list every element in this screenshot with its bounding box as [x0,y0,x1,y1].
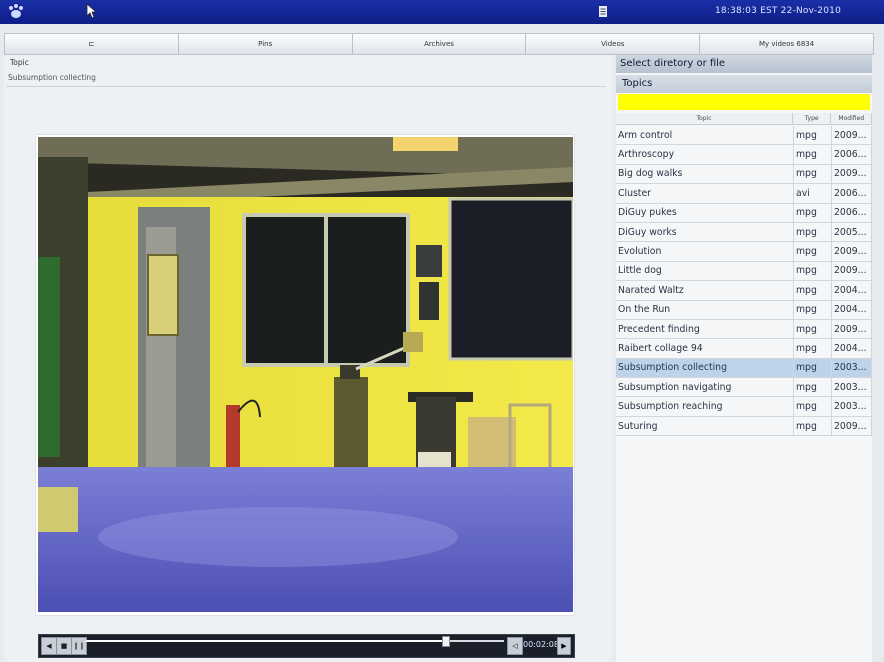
cell-type: mpg [794,203,832,222]
table-row[interactable]: Big dog walks mpg 2009... [616,164,872,185]
tab-pins[interactable]: Pins [179,34,353,54]
cell-modified: 2004... [832,281,872,300]
mouse-cursor-icon [86,3,98,19]
selection-highlight-bar [618,94,870,110]
table-row[interactable]: Precedent finding mpg 2009... [616,319,872,340]
next-icon[interactable]: ▶ [557,637,571,655]
cell-type: mpg [794,378,832,397]
cell-type: mpg [794,319,832,339]
cell-topic: Subsumption reaching [616,397,794,416]
player-controls: ◀ ■ ❙❙ ◁ 00:02:08 ▶ [38,634,575,658]
tab-home[interactable]: ⊏ [5,34,179,54]
cell-type: avi [794,184,832,203]
cell-type: mpg [794,339,832,358]
panel-subtitle: Topics [616,75,872,93]
topic-value: Subsumption collecting [8,73,96,82]
cell-type: mpg [794,261,832,281]
cell-modified: 2003... [832,358,872,378]
column-type[interactable]: Type [793,113,832,124]
seek-handle[interactable] [442,636,451,647]
tab-archives[interactable]: Archives [353,34,527,54]
cell-modified: 2009... [832,164,872,184]
cell-modified: 2009... [832,416,872,436]
cell-topic: DiGuy works [616,222,794,242]
table-row[interactable]: Cluster avi 2006... [616,184,872,204]
file-browser-panel: Select diretory or file Topics Topic Typ… [616,55,872,662]
cell-topic: Raibert collage 94 [616,339,794,358]
rewind-icon[interactable]: ◁ [507,637,523,655]
table-row[interactable]: Suturing mpg 2009... [616,416,872,437]
document-icon[interactable] [598,5,608,18]
tab-videos[interactable]: Videos [526,34,701,54]
table-row[interactable]: Subsumption collecting mpg 2003... [616,358,872,379]
cell-modified: 2009... [832,319,872,339]
table-row[interactable]: Raibert collage 94 mpg 2004... [616,339,872,359]
table-row[interactable]: Arthroscopy mpg 2006... [616,145,872,165]
cell-type: mpg [794,397,832,416]
cell-modified: 2004... [832,300,872,319]
cell-topic: Big dog walks [616,164,794,184]
cell-modified: 2004... [832,339,872,358]
cell-type: mpg [794,242,832,261]
table-row[interactable]: DiGuy works mpg 2005... [616,222,872,243]
cell-type: mpg [794,164,832,184]
table-row[interactable]: Evolution mpg 2009... [616,242,872,262]
cell-topic: Subsumption navigating [616,378,794,397]
table-row[interactable]: Little dog mpg 2009... [616,261,872,282]
table-row[interactable]: DiGuy pukes mpg 2006... [616,203,872,223]
cell-modified: 2003... [832,378,872,397]
cell-type: mpg [794,300,832,319]
cell-type: mpg [794,222,832,242]
table-row[interactable]: Subsumption navigating mpg 2003... [616,378,872,398]
cell-topic: On the Run [616,300,794,319]
divider [6,86,606,87]
panel-title: Select diretory or file [616,55,872,73]
seek-bar[interactable] [86,636,504,647]
column-header-row: Topic Type Modified [616,113,872,125]
cell-topic: Little dog [616,261,794,281]
topic-label: Topic [10,58,29,67]
cell-topic: Narated Waltz [616,281,794,300]
cell-topic: DiGuy pukes [616,203,794,222]
cell-type: mpg [794,281,832,300]
cell-modified: 2003... [832,397,872,416]
cell-modified: 2006... [832,184,872,203]
cell-topic: Suturing [616,416,794,436]
cell-topic: Arm control [616,126,794,145]
stop-icon[interactable]: ■ [56,637,72,655]
cell-type: mpg [794,145,832,164]
cell-modified: 2009... [832,126,872,145]
cell-modified: 2009... [832,242,872,261]
column-topic[interactable]: Topic [616,113,793,124]
table-row[interactable]: Subsumption reaching mpg 2003... [616,397,872,417]
tab-my-videos[interactable]: My videos 6834 [700,34,873,54]
cell-modified: 2006... [832,145,872,164]
seek-progress [86,640,446,642]
file-list: Arm control mpg 2009... Arthroscopy mpg 2006.… [616,126,872,437]
cell-modified: 2009... [832,261,872,281]
tab-bar: ⊏ Pins Archives Videos My videos 6834 [4,33,874,55]
paw-logo-icon [9,4,23,18]
cell-topic: Precedent finding [616,319,794,339]
cell-topic: Cluster [616,184,794,203]
table-row[interactable]: Narated Waltz mpg 2004... [616,281,872,301]
title-bar: 18:38:03 EST 22-Nov-2010 [0,0,884,24]
cell-modified: 2005... [832,222,872,242]
cell-topic: Evolution [616,242,794,261]
table-row[interactable]: Arm control mpg 2009... [616,126,872,146]
pause-icon[interactable]: ❙❙ [71,637,87,655]
cell-type: mpg [794,416,832,436]
cell-topic: Arthroscopy [616,145,794,164]
video-player-screen[interactable] [38,137,573,612]
table-row[interactable]: On the Run mpg 2004... [616,300,872,320]
cell-modified: 2006... [832,203,872,222]
playback-time: 00:02:08 [523,640,559,649]
cell-type: mpg [794,126,832,145]
clock-text: 18:38:03 EST 22-Nov-2010 [715,6,842,16]
cell-type: mpg [794,358,832,378]
volume-icon[interactable]: ◀ [41,637,57,655]
cell-topic: Subsumption collecting [616,358,794,378]
column-modified[interactable]: Modified [831,113,872,124]
